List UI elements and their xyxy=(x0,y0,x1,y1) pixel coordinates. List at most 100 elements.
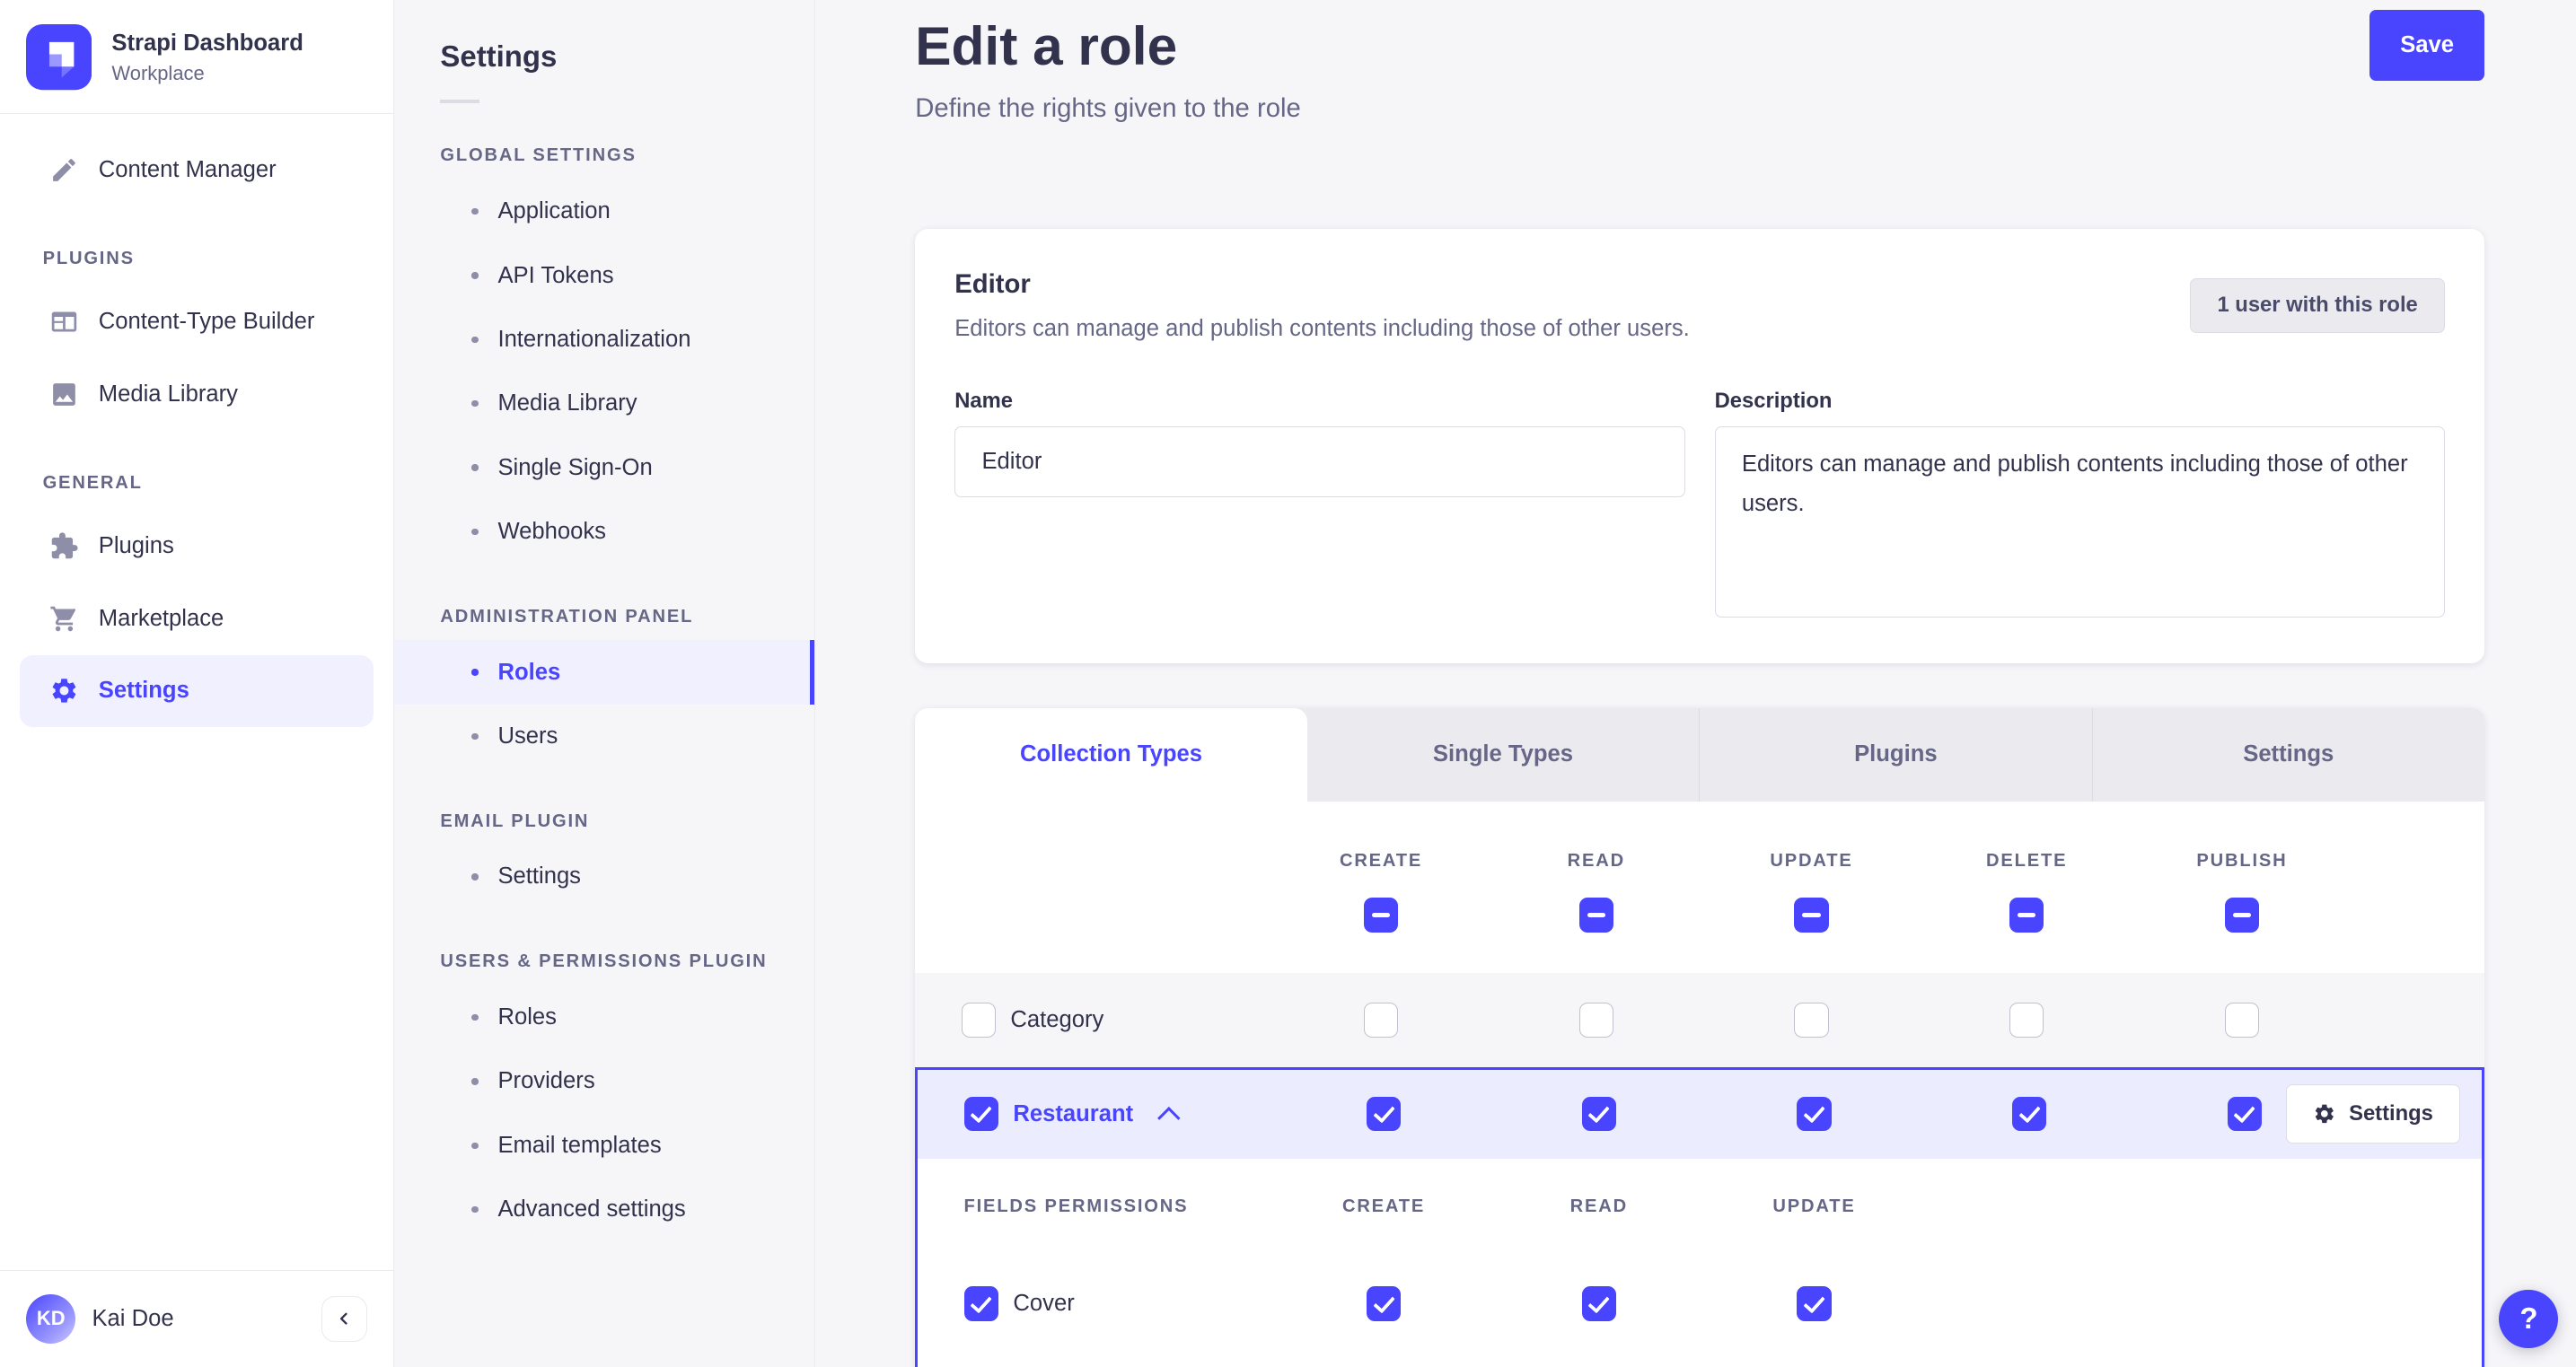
layout-icon xyxy=(49,307,79,337)
fields-column-update: UPDATE xyxy=(1772,1196,1856,1217)
category-delete-checkbox[interactable] xyxy=(2009,1003,2044,1038)
tab-single-types[interactable]: Single Types xyxy=(1307,708,1699,802)
bullet-icon xyxy=(471,400,479,407)
sidebar-footer: KD Kai Doe xyxy=(0,1270,394,1366)
subnav-item-users[interactable]: Users xyxy=(394,705,813,768)
sidebar-item-label: Media Library xyxy=(98,381,238,407)
sidebar-item-media-library[interactable]: Media Library xyxy=(0,358,393,431)
bullet-icon xyxy=(471,1142,479,1149)
sidebar-item-settings[interactable]: Settings xyxy=(19,654,374,728)
main-nav-sidebar: Strapi Dashboard Workplace Content Manag… xyxy=(0,0,395,1367)
cover-create-checkbox[interactable] xyxy=(1366,1286,1402,1321)
subnav-item-webhooks[interactable]: Webhooks xyxy=(394,500,813,564)
tab-plugins[interactable]: Plugins xyxy=(1699,707,2091,802)
role-details-card: Editor Editors can manage and publish co… xyxy=(915,229,2484,664)
name-field-label: Name xyxy=(954,388,1013,413)
category-create-checkbox[interactable] xyxy=(1363,1003,1399,1038)
subnav-item-application[interactable]: Application xyxy=(394,180,813,243)
role-name-input[interactable] xyxy=(954,426,1685,497)
sidebar-item-label: Marketplace xyxy=(98,605,224,631)
column-header-read: READ xyxy=(1567,851,1625,871)
puzzle-icon xyxy=(49,531,79,561)
avatar: KD xyxy=(26,1294,76,1344)
sidebar-item-label: Plugins xyxy=(98,533,174,559)
field-row-label: Cover xyxy=(1013,1290,1075,1316)
settings-button-label: Settings xyxy=(2349,1101,2433,1126)
subnav-item-single-sign-on[interactable]: Single Sign-On xyxy=(394,435,813,499)
user-name: Kai Doe xyxy=(92,1305,174,1331)
sidebar-item-marketplace[interactable]: Marketplace xyxy=(0,583,393,655)
permissions-table: CREATE READ UPDATE DELETE PUBLISH Catego… xyxy=(915,802,2484,1367)
select-all-read-checkbox[interactable] xyxy=(1578,898,1613,933)
subnav-divider xyxy=(440,100,480,103)
select-all-update-checkbox[interactable] xyxy=(1794,898,1829,933)
row-label[interactable]: Category xyxy=(1010,1007,1103,1033)
sidebar-item-label: Content Manager xyxy=(98,156,277,182)
sidebar-item-plugins[interactable]: Plugins xyxy=(0,510,393,583)
subnav-item-email-settings[interactable]: Settings xyxy=(394,845,813,908)
category-publish-checkbox[interactable] xyxy=(2224,1003,2260,1038)
cover-update-checkbox[interactable] xyxy=(1797,1286,1832,1321)
bullet-icon xyxy=(471,208,479,215)
restaurant-delete-checkbox[interactable] xyxy=(2012,1096,2047,1132)
sidebar-item-label: Content-Type Builder xyxy=(98,309,315,335)
restaurant-publish-checkbox[interactable] xyxy=(2227,1096,2263,1132)
subnav-item-up-roles[interactable]: Roles xyxy=(394,986,813,1049)
subnav-item-internationalization[interactable]: Internationalization xyxy=(394,308,813,372)
workspace-header[interactable]: Strapi Dashboard Workplace xyxy=(0,0,394,115)
sidebar-item-content-manager[interactable]: Content Manager xyxy=(0,134,393,206)
page-header: Edit a role Define the rights given to t… xyxy=(915,9,2484,125)
page-title: Edit a role xyxy=(915,14,1178,76)
cover-read-checkbox[interactable] xyxy=(1581,1286,1616,1321)
cover-row-checkbox[interactable] xyxy=(963,1286,998,1321)
subnav-item-advanced-settings[interactable]: Advanced settings xyxy=(394,1178,813,1241)
subnav-item-api-tokens[interactable]: API Tokens xyxy=(394,243,813,307)
restaurant-read-checkbox[interactable] xyxy=(1581,1096,1616,1132)
category-read-checkbox[interactable] xyxy=(1578,1003,1613,1038)
app-window: Strapi Dashboard Workplace Content Manag… xyxy=(0,0,2576,1367)
sidebar-section-general: GENERAL xyxy=(42,473,143,494)
category-row-checkbox[interactable] xyxy=(961,1003,996,1038)
settings-subnav: Settings GLOBAL SETTINGS Application API… xyxy=(394,0,815,1367)
bullet-icon xyxy=(471,1013,479,1021)
sidebar-section-plugins: PLUGINS xyxy=(42,249,135,269)
bullet-icon xyxy=(471,272,479,279)
subnav-item-providers[interactable]: Providers xyxy=(394,1049,813,1113)
fields-permissions-header: FIELDS PERMISSIONS CREATE READ UPDATE xyxy=(918,1158,2482,1256)
bullet-icon xyxy=(471,336,479,344)
bullet-icon xyxy=(471,1078,479,1085)
gear-icon xyxy=(49,676,79,705)
restaurant-update-checkbox[interactable] xyxy=(1797,1096,1832,1132)
restaurant-create-checkbox[interactable] xyxy=(1366,1096,1402,1132)
users-with-role-button[interactable]: 1 user with this role xyxy=(2190,278,2446,333)
select-all-delete-checkbox[interactable] xyxy=(2009,898,2044,933)
main-content: Edit a role Define the rights given to t… xyxy=(815,0,2576,1367)
tab-settings[interactable]: Settings xyxy=(2091,707,2484,802)
gear-icon xyxy=(2313,1102,2336,1126)
save-button[interactable]: Save xyxy=(2369,9,2484,81)
restaurant-expanded-group: Restaurant Settings FIELDS PERMISSIONS C… xyxy=(915,1066,2484,1367)
restaurant-settings-button[interactable]: Settings xyxy=(2285,1084,2461,1144)
help-button[interactable]: ? xyxy=(2499,1289,2559,1349)
field-row-cover: Cover xyxy=(918,1256,2482,1353)
permissions-card: Collection Types Single Types Plugins Se… xyxy=(915,707,2484,1367)
collapse-sidebar-button[interactable] xyxy=(321,1295,367,1343)
page-subtitle: Define the rights given to the role xyxy=(915,93,1301,124)
chevron-up-icon[interactable] xyxy=(1157,1107,1181,1130)
select-all-create-checkbox[interactable] xyxy=(1363,898,1399,933)
field-row-name: Name xyxy=(918,1352,2482,1366)
tab-collection-types[interactable]: Collection Types xyxy=(915,707,1307,802)
select-all-publish-checkbox[interactable] xyxy=(2224,898,2260,933)
subnav-item-roles[interactable]: Roles xyxy=(394,640,814,705)
role-description-input[interactable]: Editors can manage and publish contents … xyxy=(1714,426,2446,618)
cart-icon xyxy=(49,604,79,634)
sidebar-item-content-type-builder[interactable]: Content-Type Builder xyxy=(0,286,393,359)
app-title: Strapi Dashboard xyxy=(111,31,303,56)
category-update-checkbox[interactable] xyxy=(1794,1003,1829,1038)
bullet-icon xyxy=(471,528,479,536)
subnav-item-email-templates[interactable]: Email templates xyxy=(394,1114,813,1178)
subnav-item-media-library[interactable]: Media Library xyxy=(394,372,813,435)
row-label[interactable]: Restaurant xyxy=(1013,1101,1133,1127)
subnav-section-users-permissions-plugin: USERS & PERMISSIONS PLUGIN Roles Provide… xyxy=(394,951,813,1241)
restaurant-row-checkbox[interactable] xyxy=(963,1096,998,1132)
